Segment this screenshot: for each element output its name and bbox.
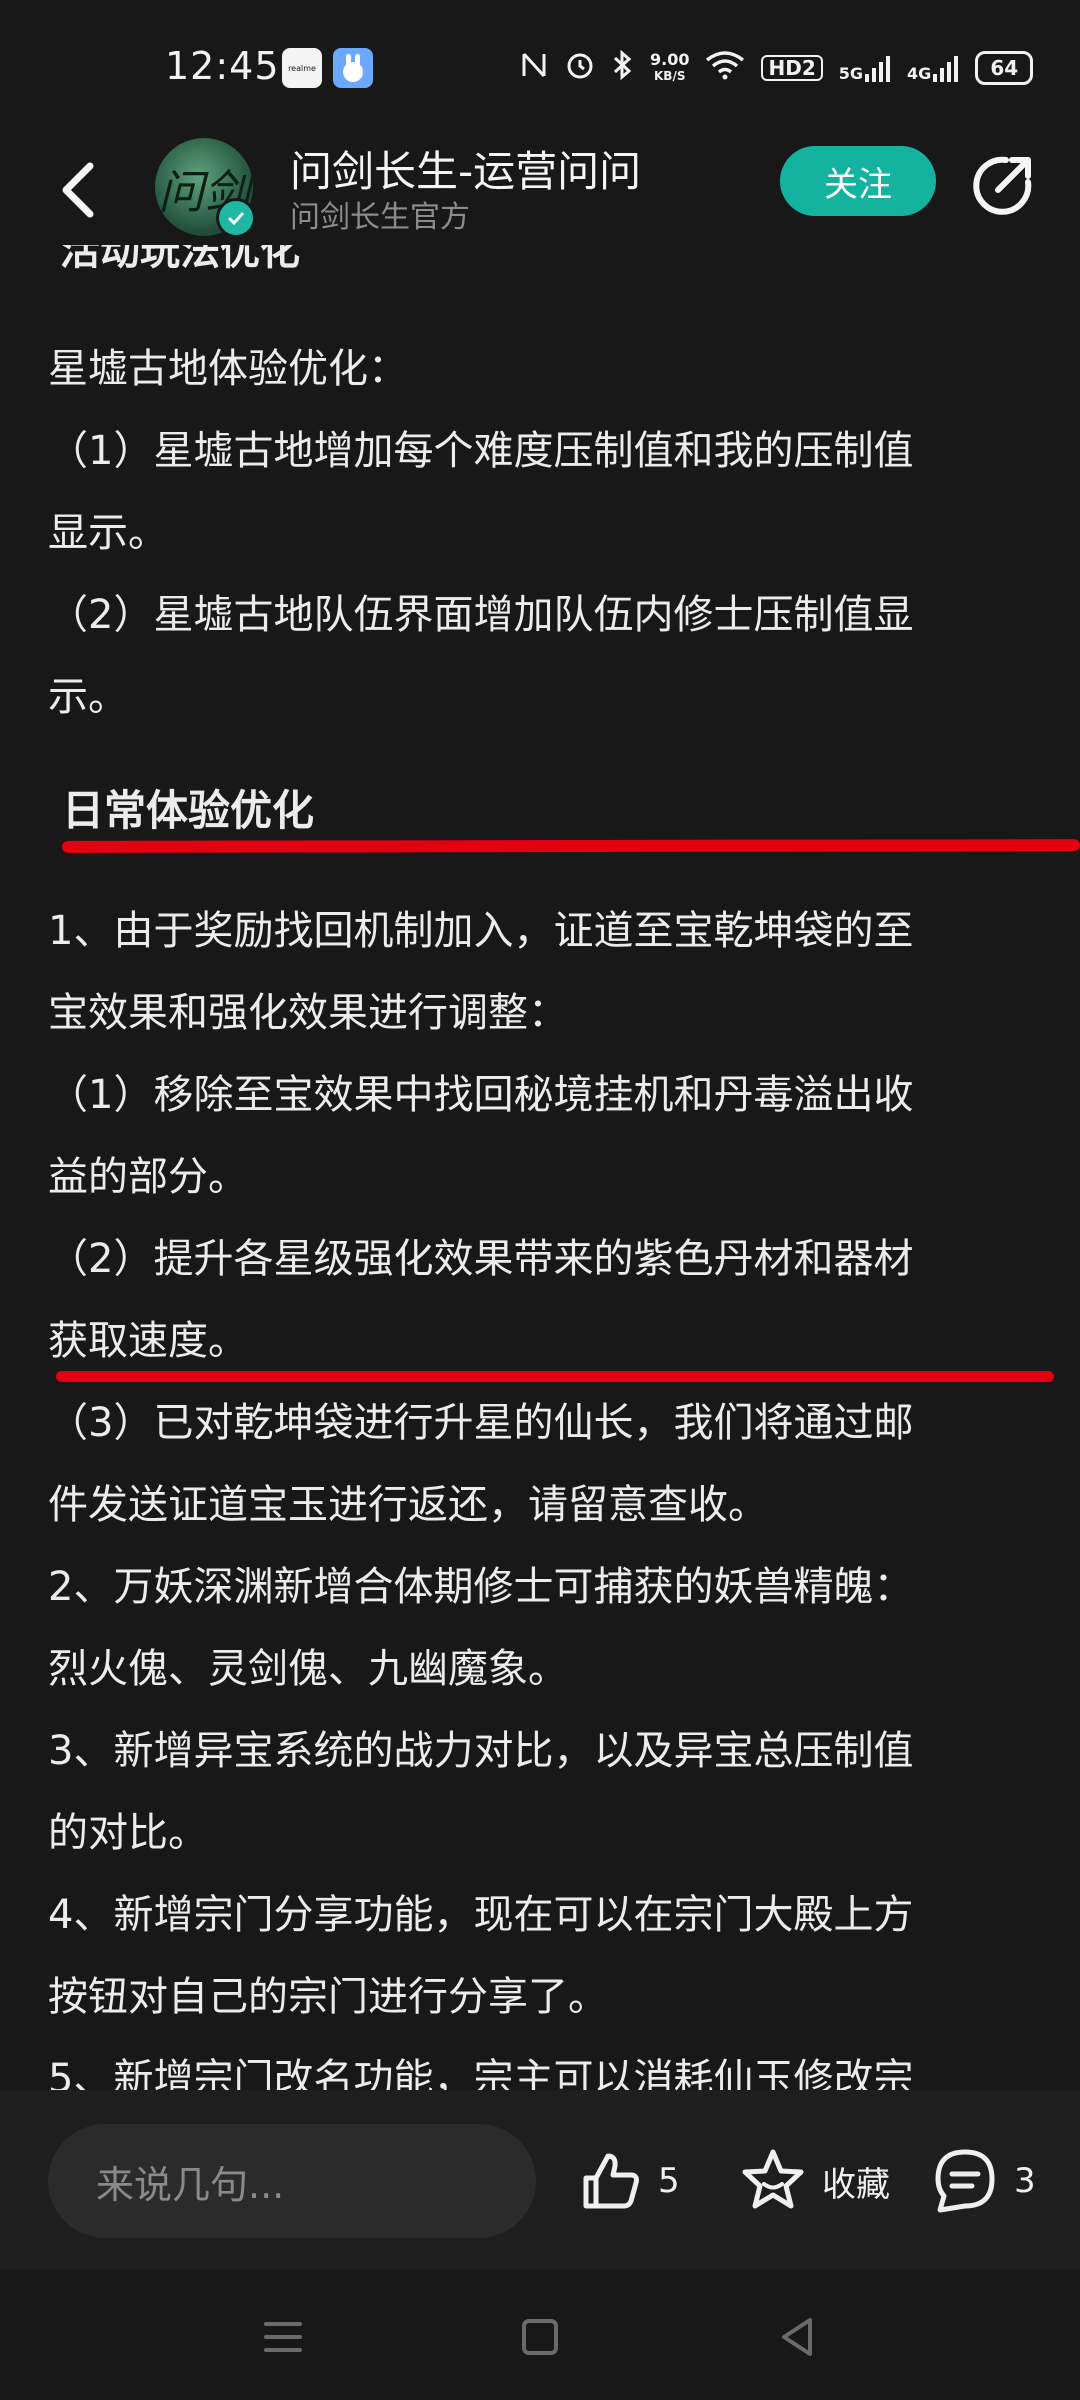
article-line: 获取速度。 [48, 1318, 248, 1364]
wifi-icon [705, 50, 745, 86]
network-speed: 9.00 KB/S [650, 50, 690, 84]
verified-badge-icon [216, 198, 256, 238]
menu-icon[interactable] [258, 2312, 308, 2362]
favorite-label: 收藏 [822, 2164, 890, 2205]
status-time: 12:45 [165, 44, 280, 88]
article-line: （1）星墟古地增加每个难度压制值和我的压制值 [48, 428, 914, 474]
back-triangle-icon[interactable] [772, 2312, 822, 2362]
article-line: 显示。 [48, 510, 168, 556]
star-icon [742, 2149, 804, 2209]
article-line: 1、由于奖励找回机制加入，证道至宝乾坤袋的至 [48, 908, 914, 954]
article-line: （3）已对乾坤袋进行升星的仙长，我们将通过邮 [48, 1400, 914, 1446]
alarm-icon [564, 49, 596, 87]
comment-input[interactable]: 来说几句... [48, 2124, 536, 2238]
bunny-app-icon [333, 48, 373, 88]
signal-5g-icon: 5G [839, 54, 891, 82]
article-line: 2、万妖深渊新增合体期修士可捕获的妖兽精魄： [48, 1564, 914, 1610]
status-icons: 9.00 KB/S HD2 5G 4G 64 [520, 46, 1034, 90]
realme-icon: realme [282, 48, 322, 88]
bottom-action-bar: 来说几句... 5 收藏 3 [0, 2090, 1080, 2270]
article-line: 烈火傀、灵剑傀、九幽魔象。 [48, 1646, 568, 1692]
article-line: 益的部分。 [48, 1154, 248, 1200]
post-header: 问剑 问剑长生-运营问问 问剑长生官方 关注 [0, 130, 1080, 245]
author-subtitle: 问剑长生官方 [290, 200, 470, 235]
signal-4g-icon: 4G [907, 54, 959, 82]
author-name[interactable]: 问剑长生-运营问问 [290, 138, 641, 199]
article-line: 3、新增异宝系统的战力对比，以及异宝总压制值 [48, 1728, 914, 1774]
system-nav-bar [0, 2270, 1080, 2400]
hd-icon: HD2 [761, 55, 823, 81]
article-line: （1）移除至宝效果中找回秘境挂机和丹毒溢出收 [48, 1072, 914, 1118]
article-line: 按钮对自己的宗门进行分享了。 [48, 1974, 608, 2020]
like-count: 5 [658, 2161, 680, 2201]
favorite-button[interactable]: 收藏 [738, 2145, 890, 2217]
battery-icon: 64 [975, 51, 1034, 85]
back-arrow-icon[interactable] [50, 154, 110, 224]
status-bar: 12:45 realme 9.00 KB/S HD2 5G 4G 64 [0, 0, 1080, 130]
follow-button[interactable]: 关注 [780, 146, 936, 216]
like-button[interactable]: 5 [578, 2145, 680, 2217]
article-line: 星墟古地体验优化： [48, 346, 408, 392]
article-line: 件发送证道宝玉进行返还，请留意查收。 [48, 1482, 768, 1528]
article-line: 示。 [48, 674, 128, 720]
article-line: （2）星墟古地队伍界面增加队伍内修士压制值显 [48, 592, 914, 638]
article-line: 宝效果和强化效果进行调整： [48, 990, 568, 1036]
bluetooth-icon [612, 49, 634, 87]
share-icon[interactable] [968, 150, 1038, 220]
comment-count: 3 [1014, 2161, 1036, 2201]
red-annotation-line [61, 839, 1080, 853]
nfc-icon [520, 50, 548, 86]
thumbs-up-icon [583, 2153, 639, 2209]
article-line: 的对比。 [48, 1810, 208, 1856]
comment-bubble-icon [935, 2149, 995, 2213]
article-line: （2）提升各星级强化效果带来的紫色丹材和器材 [48, 1236, 914, 1282]
home-icon[interactable] [515, 2312, 565, 2362]
article-line: 4、新增宗门分享功能，现在可以在宗门大殿上方 [48, 1892, 914, 1938]
comment-button[interactable]: 3 [930, 2145, 1036, 2217]
red-annotation-line [56, 1371, 1054, 1382]
